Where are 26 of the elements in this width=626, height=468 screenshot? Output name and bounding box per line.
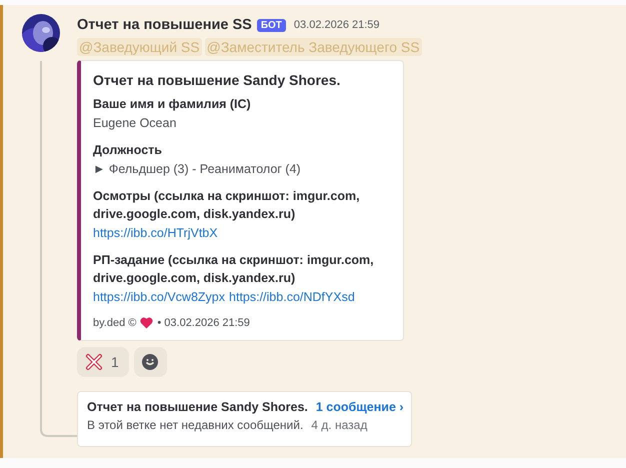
smiley-icon xyxy=(141,353,160,371)
add-reaction-button[interactable] xyxy=(134,347,167,377)
field-name: Ваше имя и фамилия (IC) xyxy=(93,96,252,113)
thread-card[interactable]: Отчет на повышение Sandy Shores. 1 сообщение › В этой ветке нет недавних сообщений. 4 д. назад xyxy=(77,391,412,447)
field-value: Eugene Ocean xyxy=(93,115,176,132)
heart-icon xyxy=(140,317,154,329)
field-link[interactable]: https://ibb.co/Vcw8Zypx xyxy=(93,287,226,307)
embed-title: Отчет на повышение Sandy Shores. xyxy=(93,72,342,88)
field-link[interactable]: https://ibb.co/NDfYXsd xyxy=(229,287,355,307)
reaction-button[interactable]: 1 xyxy=(77,347,129,377)
field-name: Осмотры (ссылка на скриншот: imgur.com, drive.google.com, disk.yandex.ru) xyxy=(93,188,361,223)
field-value: ► Фельдшер (3) - Реаниматолог (4) xyxy=(93,161,301,178)
cross-icon xyxy=(85,353,103,371)
thread-age: 4 д. назад xyxy=(311,418,368,432)
field-name: РП-задание (ссылка на скриншот: imgur.com, drive.google.com, disk.yandex.ru) xyxy=(93,252,375,287)
avatar[interactable] xyxy=(22,14,60,52)
thread-status: В этой ветке нет недавних сообщений. xyxy=(87,418,304,432)
bot-tag: БОТ xyxy=(256,18,286,32)
field-name: Должность xyxy=(93,142,163,159)
field-link[interactable]: https://ibb.co/HTrjVtbX xyxy=(93,223,218,243)
thread-messages-link[interactable]: 1 сообщение › xyxy=(316,400,404,414)
message-timestamp: 03.02.2026 21:59 xyxy=(294,19,380,31)
author-name[interactable]: Отчет на повышение SS xyxy=(77,17,252,33)
footer-timestamp: • 03.02.2026 21:59 xyxy=(157,317,250,329)
thread-title: Отчет на повышение Sandy Shores. xyxy=(87,400,308,414)
footer-text: by.ded © xyxy=(93,317,136,329)
